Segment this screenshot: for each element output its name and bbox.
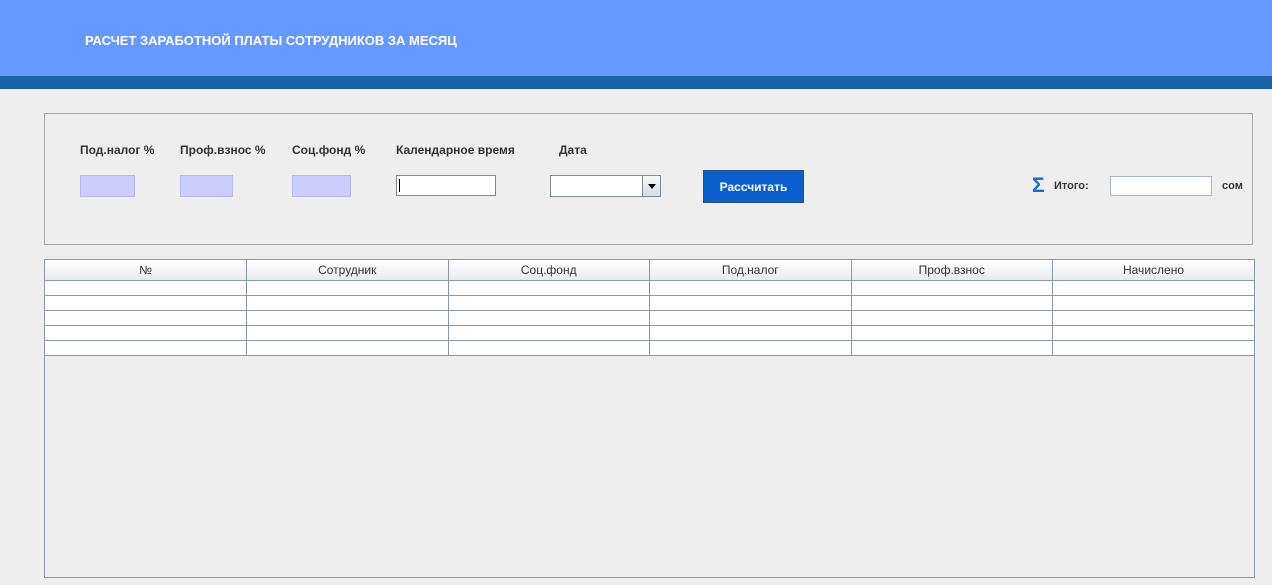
table-row[interactable] [45, 325, 1254, 341]
table-cell[interactable] [649, 295, 852, 311]
table-row[interactable] [45, 310, 1254, 326]
calculate-button[interactable]: Рассчитать [703, 170, 804, 203]
table-cell[interactable] [246, 310, 449, 326]
page-title: РАСЧЕТ ЗАРАБОТНОЙ ПЛАТЫ СОТРУДНИКОВ ЗА М… [85, 33, 457, 48]
table-cell[interactable] [850, 295, 1053, 311]
table-cell[interactable] [246, 280, 449, 296]
table-row[interactable] [45, 280, 1254, 296]
table-cell[interactable] [649, 280, 852, 296]
table-cell[interactable] [447, 280, 650, 296]
table-cell[interactable] [45, 340, 247, 356]
table-cell[interactable] [45, 310, 247, 326]
prof-fee-field[interactable] [180, 175, 233, 197]
table-cell[interactable] [649, 325, 852, 341]
table-cell[interactable] [850, 340, 1053, 356]
date-label: Дата [559, 143, 587, 157]
table-cell[interactable] [1052, 340, 1254, 356]
table-cell[interactable] [1052, 325, 1254, 341]
header-divider [0, 76, 1272, 89]
column-header-social-fund[interactable]: Соц.фонд [447, 260, 650, 281]
table-cell[interactable] [45, 325, 247, 341]
column-header-prof-fee[interactable]: Проф.взнос [850, 260, 1053, 281]
table-cell[interactable] [850, 310, 1053, 326]
chevron-down-icon [648, 184, 656, 189]
sigma-icon: Σ [1032, 174, 1045, 197]
prof-fee-label: Проф.взнос % [180, 143, 266, 157]
social-fund-field[interactable] [292, 175, 351, 197]
currency-label: сом [1222, 180, 1243, 192]
total-field[interactable] [1110, 176, 1212, 196]
table-cell[interactable] [246, 340, 449, 356]
table-header-row: № Сотрудник Соц.фонд Под.налог Проф.взно… [45, 260, 1254, 281]
table-row[interactable] [45, 340, 1254, 356]
app-header: РАСЧЕТ ЗАРАБОТНОЙ ПЛАТЫ СОТРУДНИКОВ ЗА М… [0, 0, 1272, 76]
table-cell[interactable] [45, 280, 247, 296]
table-cell[interactable] [850, 325, 1053, 341]
table-cell[interactable] [246, 295, 449, 311]
table-cell[interactable] [1052, 310, 1254, 326]
table-cell[interactable] [447, 295, 650, 311]
social-fund-label: Соц.фонд % [292, 143, 366, 157]
table-row[interactable] [45, 295, 1254, 311]
table-cell[interactable] [447, 325, 650, 341]
table-cell[interactable] [246, 325, 449, 341]
income-tax-label: Под.налог % [80, 143, 155, 157]
column-header-accrued[interactable]: Начислено [1052, 260, 1254, 281]
date-dropdown-button[interactable] [642, 176, 660, 196]
column-header-number[interactable]: № [45, 260, 247, 281]
column-header-employee[interactable]: Сотрудник [246, 260, 449, 281]
table-cell[interactable] [447, 340, 650, 356]
column-header-income-tax[interactable]: Под.налог [649, 260, 852, 281]
total-label: Итого: [1054, 180, 1089, 192]
text-caret [399, 179, 400, 192]
table-cell[interactable] [45, 295, 247, 311]
calendar-time-input[interactable] [396, 175, 496, 196]
table-cell[interactable] [649, 340, 852, 356]
table-cell[interactable] [850, 280, 1053, 296]
table-cell[interactable] [1052, 295, 1254, 311]
table-cell[interactable] [649, 310, 852, 326]
payroll-table[interactable]: № Сотрудник Соц.фонд Под.налог Проф.взно… [44, 259, 1255, 578]
calendar-time-label: Календарное время [396, 143, 515, 157]
table-cell[interactable] [447, 310, 650, 326]
income-tax-field[interactable] [80, 175, 135, 197]
table-cell[interactable] [1052, 280, 1254, 296]
date-combobox[interactable] [550, 175, 661, 197]
